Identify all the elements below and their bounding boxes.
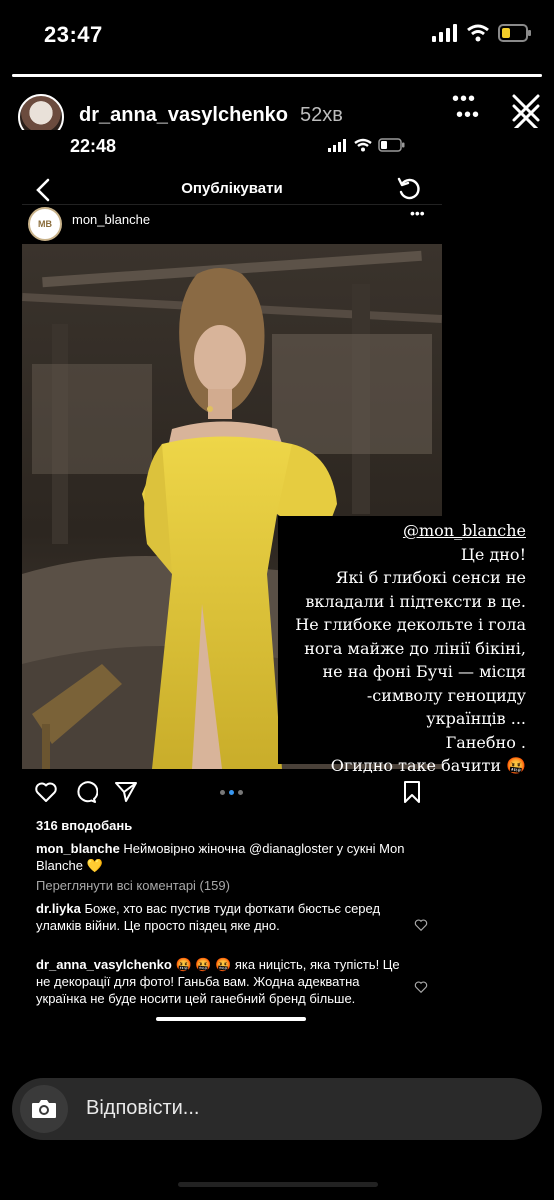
carousel-dot: [238, 790, 243, 795]
home-indicator: [156, 1017, 306, 1021]
story-mention[interactable]: @mon_blanche: [278, 519, 526, 543]
comment-text: Боже, хто вас пустив туди фоткати бюстьє…: [36, 901, 381, 933]
post-caption: mon_blanche Неймовірно жіночна @dianaglo…: [36, 840, 416, 874]
story-text-line: -символу геноциду: [366, 685, 526, 705]
bottom-indicator: [178, 1182, 378, 1187]
carousel-dots: [220, 790, 243, 795]
story-text-sticker: @mon_blanche Це дно! Які б глибокі сенси…: [278, 516, 532, 775]
caption-username[interactable]: mon_blanche: [36, 841, 120, 856]
signal-icon: [432, 24, 457, 42]
battery-icon: [498, 24, 531, 42]
carousel-dot-active: [229, 790, 234, 795]
wifi-icon: [467, 24, 489, 42]
status-icons: [432, 24, 532, 42]
story-text-line: українців ...: [426, 709, 526, 728]
story-username[interactable]: dr_anna_vasylchenko: [79, 104, 288, 127]
story-text-line: не на фоні Бучі — місця: [322, 662, 526, 681]
story-text-line: Які б глибокі сенси не: [335, 568, 526, 587]
story-text-line: Не глибоке декольте і гола: [295, 615, 526, 634]
story-time-ago: 52хв: [300, 104, 343, 126]
share-icon[interactable]: [114, 780, 138, 804]
heart-icon[interactable]: [34, 780, 58, 804]
story-text-line: вкладали і підтексти в це.: [305, 591, 526, 611]
story-text-line: Ганебно .: [445, 732, 526, 752]
inner-status-icons: [328, 138, 406, 152]
story-text-line: Огидно таке бачити 🤬: [330, 756, 526, 775]
carousel-dot: [220, 790, 225, 795]
more-icon-2[interactable]: •••: [456, 104, 480, 127]
camera-button[interactable]: [20, 1085, 68, 1133]
inner-status-time: 22:48: [70, 136, 117, 156]
heart-icon[interactable]: [414, 980, 428, 994]
status-bar: 23:47: [0, 0, 554, 70]
comment-item: dr.liyka Боже, хто вас пустив туди фотка…: [36, 900, 408, 934]
more-icon[interactable]: •••: [410, 205, 425, 221]
story-text-line: Це дно!: [460, 544, 526, 564]
comment-username[interactable]: dr_anna_vasylchenko: [36, 957, 172, 972]
close-icon[interactable]: [506, 88, 546, 128]
view-all-comments-link[interactable]: Переглянути всі коментарі (159): [36, 878, 230, 893]
story-text-line: нога майже до лінії бікіні,: [304, 638, 526, 658]
refresh-icon[interactable]: [396, 176, 422, 202]
story-progress-fill: [12, 74, 542, 77]
comment-icon[interactable]: [74, 780, 98, 804]
reply-bar[interactable]: Відповісти...: [12, 1078, 542, 1140]
comment-item: dr_anna_vasylchenko 🤬 🤬 🤬 яка ницість, я…: [36, 956, 408, 1007]
post-header: MB mon_blanche •••: [22, 204, 442, 242]
story-progress-bar: [12, 74, 542, 77]
post-username[interactable]: mon_blanche: [72, 212, 150, 227]
battery-icon: [378, 138, 405, 152]
heart-icon[interactable]: [414, 918, 428, 932]
comment-username[interactable]: dr.liyka: [36, 901, 81, 916]
signal-icon: [328, 139, 346, 152]
likes-count[interactable]: 316 вподобань: [36, 818, 132, 833]
post-avatar[interactable]: MB: [28, 207, 62, 241]
camera-icon: [32, 1100, 56, 1118]
status-time: 23:47: [44, 22, 103, 47]
post-actions: [22, 776, 442, 808]
bookmark-icon[interactable]: [400, 780, 424, 804]
nav-title: Опублікувати: [181, 180, 283, 197]
reply-input[interactable]: Відповісти...: [86, 1097, 199, 1120]
wifi-icon: [354, 138, 372, 152]
